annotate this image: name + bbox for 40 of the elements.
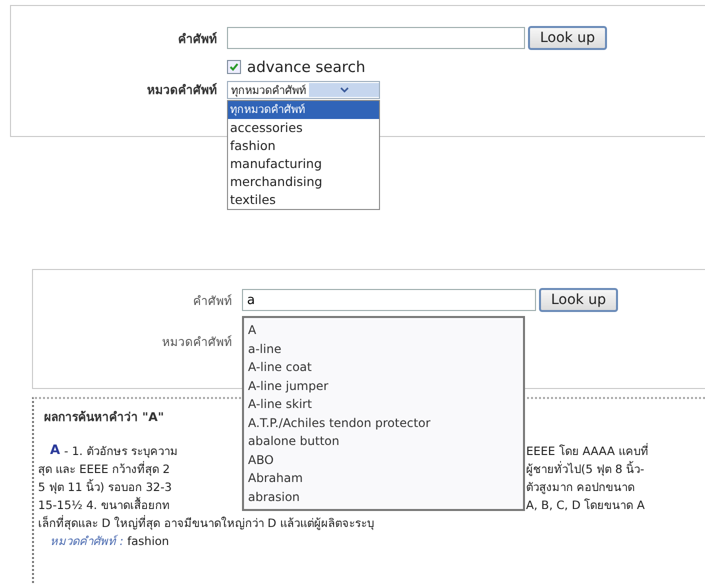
term-label: คำศัพท์ [177, 30, 218, 48]
category-label: หมวดคำศัพท์ : [50, 534, 124, 548]
category-option[interactable]: fashion [228, 136, 379, 154]
category-value: fashion [127, 534, 170, 548]
category-option[interactable]: ทุกหมวดคำศัพท์ [228, 100, 379, 118]
category-option[interactable]: textiles [228, 190, 379, 208]
definition-text: 5 ฟุต 11 นิ้ว) รอบอก 32-3 [38, 478, 173, 496]
category-label: หมวดคำศัพท์ [146, 82, 218, 99]
term-input[interactable]: a [242, 289, 536, 311]
suggestion-item[interactable]: A-line jumper [248, 376, 523, 395]
suggestion-item[interactable]: abrasion [248, 488, 523, 506]
suggestion-item[interactable]: A-line coat [248, 358, 523, 376]
definition-text: 15-15½ 4. ขนาดเสื้อยกท [38, 496, 171, 514]
suggestion-item[interactable]: ABO [248, 450, 523, 469]
definition-text: ตัวสูงมาก คอปกขนาด [526, 479, 635, 496]
advance-search-checkbox[interactable] [227, 60, 241, 74]
definition-text: สุด และ EEEE กว้างที่สุด 2 [38, 460, 172, 478]
suggestion-item[interactable]: A [248, 321, 523, 340]
category-label: หมวดคำศัพท์ [161, 334, 233, 351]
term-label: คำศัพท์ [192, 292, 233, 310]
advance-search-label: advance search [247, 58, 366, 76]
suggestion-item[interactable]: A-line skirt [248, 395, 523, 414]
category-option[interactable]: manufacturing [228, 154, 379, 172]
term-input[interactable] [227, 27, 525, 49]
definition-text: EEEE โดย AAAA แคบที่ [526, 442, 649, 460]
category-select[interactable]: ทุกหมวดคำศัพท์ [227, 80, 380, 98]
definition-text: A, B, C, D โดยขนาด A [526, 497, 645, 514]
look-up-button[interactable]: Look up [539, 288, 618, 312]
suggestion-item[interactable]: A.T.P./Achiles tendon protector [248, 414, 523, 432]
category-option[interactable]: merchandising [228, 172, 379, 190]
entry-term: A [50, 442, 60, 460]
look-up-button[interactable]: Look up [528, 26, 608, 50]
suggestion-item[interactable]: a-line [248, 340, 523, 358]
suggestion-item[interactable]: abalone button [248, 432, 523, 450]
suggestion-item[interactable]: Abraham [248, 469, 523, 488]
category-option[interactable]: accessories [228, 118, 379, 136]
definition-text: ผู้ชายทั่วไป(5 ฟุต 8 นิ้ว- [526, 460, 644, 478]
result-heading: ผลการค้นหาคำว่า "A" [44, 409, 164, 426]
definition-text: เล็กที่สุดและ D ใหญ่ที่สุด อาจมีขนาดใหญ่กว่า D แล้วแต่ผู้ผลิตจะระบุ [38, 514, 374, 532]
caret-icon [309, 82, 379, 96]
